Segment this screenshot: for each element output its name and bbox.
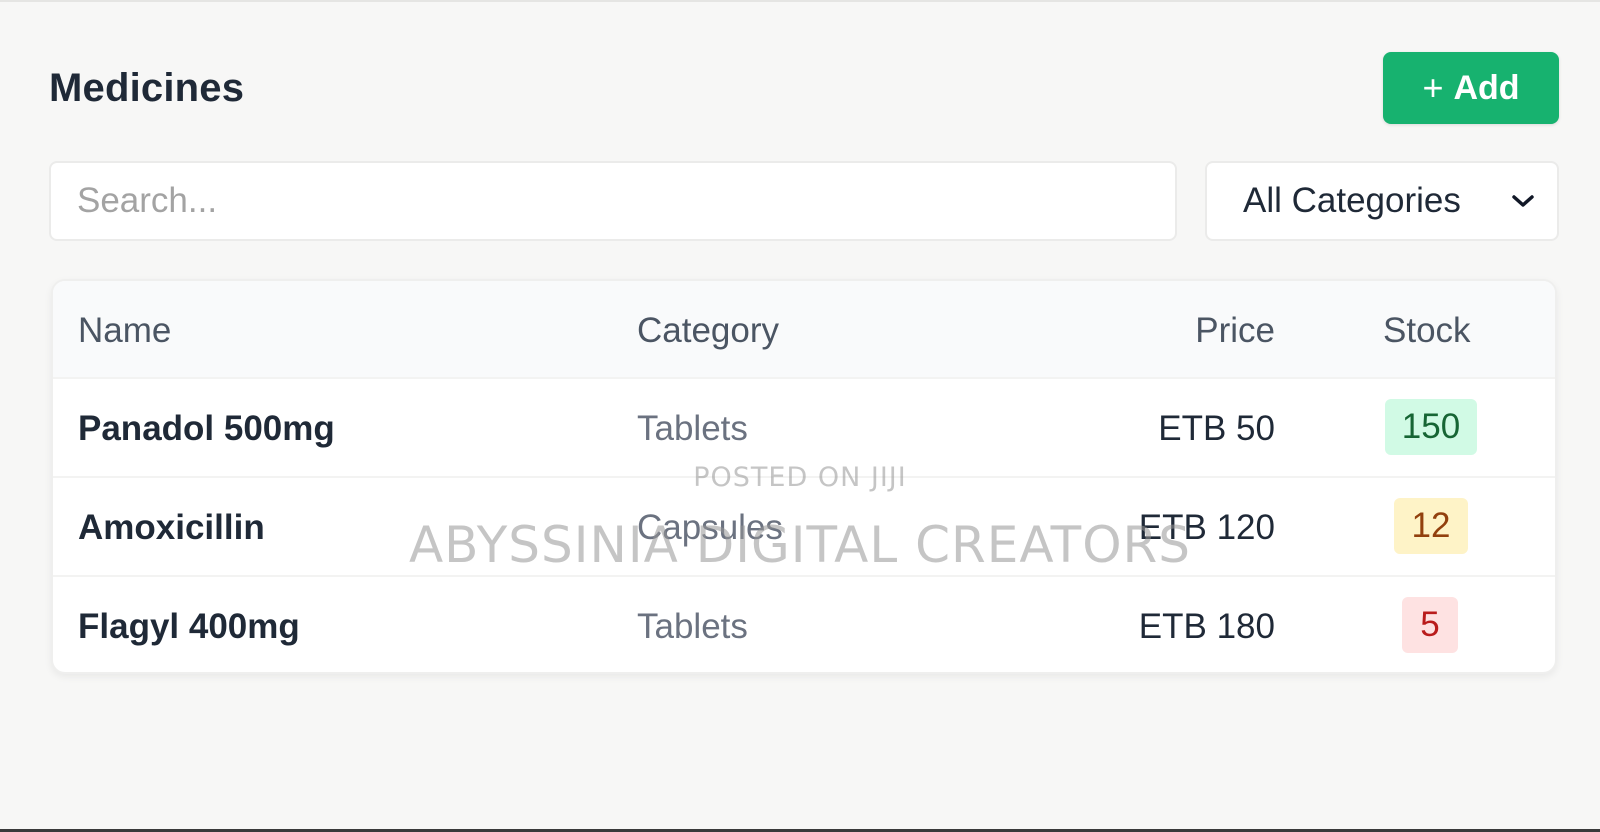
table-header: Name Category Price Stock <box>53 281 1555 377</box>
category-select[interactable]: All Categories <box>1205 161 1559 241</box>
add-medicine-button[interactable]: + Add <box>1383 52 1559 124</box>
medicine-price: ETB 180 <box>1138 607 1275 646</box>
stock-badge: 12 <box>1394 498 1468 554</box>
top-divider <box>0 0 1600 2</box>
medicine-name: Flagyl 400mg <box>78 607 300 646</box>
column-header-stock[interactable]: Stock <box>1383 311 1471 351</box>
medicine-category: Tablets <box>637 607 748 646</box>
column-header-price[interactable]: Price <box>1195 311 1275 351</box>
medicine-price: ETB 50 <box>1158 409 1275 448</box>
search-input[interactable] <box>49 161 1177 241</box>
medicines-table: Name Category Price Stock Panadol 500mg … <box>51 279 1557 674</box>
medicine-price: ETB 120 <box>1138 508 1275 547</box>
table-row[interactable]: Flagyl 400mg Tablets ETB 180 5 <box>53 575 1555 672</box>
table-row[interactable]: Amoxicillin Capsules ETB 120 12 <box>53 476 1555 575</box>
column-header-name[interactable]: Name <box>78 311 171 351</box>
page-title: Medicines <box>49 66 245 110</box>
column-header-category[interactable]: Category <box>637 311 779 351</box>
chevron-down-icon <box>1512 195 1534 207</box>
medicine-name: Amoxicillin <box>78 508 265 547</box>
medicine-category: Tablets <box>637 409 748 448</box>
plus-icon: + <box>1422 67 1444 108</box>
stock-badge: 5 <box>1402 597 1458 653</box>
add-button-label: Add <box>1453 68 1520 107</box>
table-row[interactable]: Panadol 500mg Tablets ETB 50 150 <box>53 377 1555 476</box>
medicine-category: Capsules <box>637 508 783 547</box>
medicine-name: Panadol 500mg <box>78 409 335 448</box>
stock-badge: 150 <box>1385 399 1477 455</box>
medicines-page: Medicines + Add All Categories Name Cate… <box>0 0 1600 832</box>
category-select-value: All Categories <box>1243 181 1461 220</box>
